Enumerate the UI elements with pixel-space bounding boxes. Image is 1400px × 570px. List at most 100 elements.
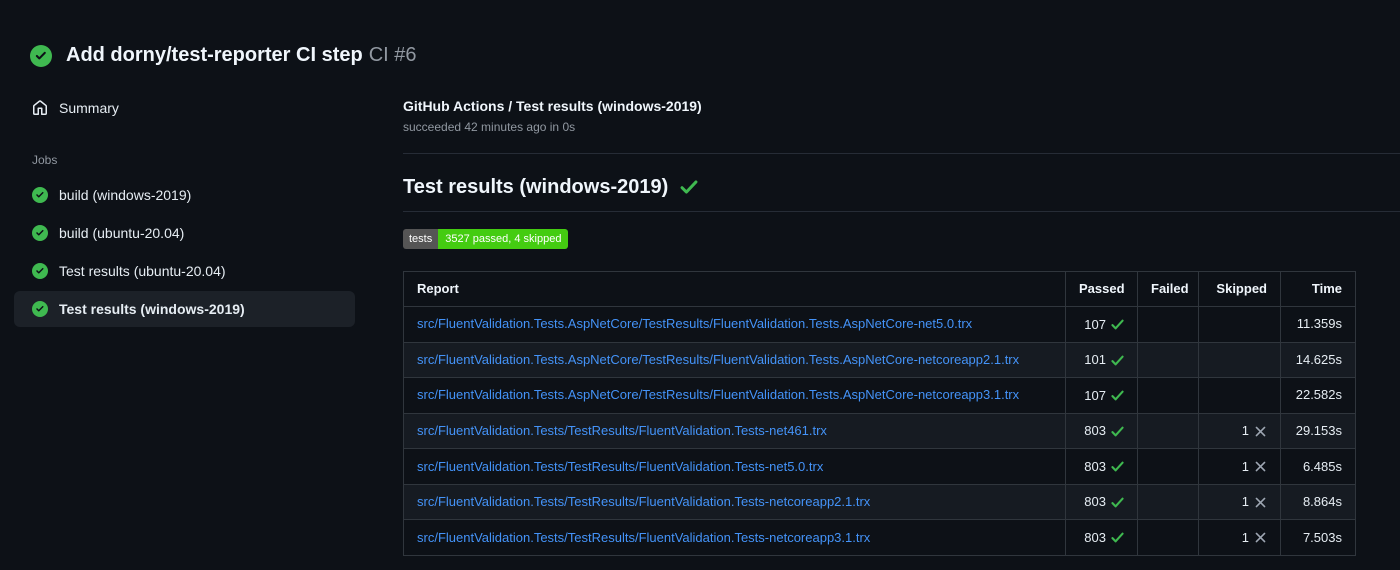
passed-count: 101 bbox=[1084, 352, 1106, 368]
sidebar-item-summary[interactable]: Summary bbox=[14, 90, 355, 126]
table-row: src/FluentValidation.Tests/TestResults/F… bbox=[403, 519, 1356, 556]
run-success-check-circle-icon bbox=[30, 44, 52, 67]
failed-cell bbox=[1137, 306, 1199, 343]
sidebar-item-job-test-results-windows-2019[interactable]: Test results (windows-2019) bbox=[14, 291, 355, 327]
passed-check-icon bbox=[1111, 355, 1124, 365]
skipped-cell: 1 bbox=[1198, 519, 1281, 556]
sidebar-summary-label: Summary bbox=[59, 100, 119, 116]
report-cell: src/FluentValidation.Tests/TestResults/F… bbox=[403, 412, 1066, 450]
skipped-x-icon bbox=[1255, 533, 1266, 543]
check-run-status-line: succeeded 42 minutes ago in 0s bbox=[403, 120, 576, 134]
passed-count: 803 bbox=[1084, 494, 1106, 510]
report-cell: src/FluentValidation.Tests.AspNetCore/Te… bbox=[403, 377, 1066, 414]
passed-cell: 803 bbox=[1065, 483, 1138, 521]
job-label: build (ubuntu-20.04) bbox=[59, 225, 185, 241]
report-link[interactable]: src/FluentValidation.Tests/TestResults/F… bbox=[417, 494, 870, 509]
skipped-count: 1 bbox=[1241, 529, 1249, 545]
job-label: Test results (windows-2019) bbox=[59, 301, 245, 317]
report-cell: src/FluentValidation.Tests.AspNetCore/Te… bbox=[403, 306, 1066, 343]
skipped-x-icon bbox=[1255, 426, 1266, 437]
passed-count: 803 bbox=[1084, 423, 1106, 439]
time-cell: 29.153s bbox=[1280, 412, 1356, 450]
time-cell: 14.625s bbox=[1280, 341, 1356, 379]
passed-count: 107 bbox=[1084, 387, 1106, 403]
passed-check-icon bbox=[1111, 426, 1124, 437]
section-success-check-icon bbox=[680, 180, 698, 194]
time-cell: 11.359s bbox=[1280, 306, 1356, 343]
report-link[interactable]: src/FluentValidation.Tests/TestResults/F… bbox=[417, 459, 823, 474]
passed-check-icon bbox=[1111, 319, 1124, 330]
time-value: 11.359s bbox=[1296, 316, 1342, 332]
skipped-x-icon bbox=[1255, 497, 1266, 508]
table-row: src/FluentValidation.Tests.AspNetCore/Te… bbox=[403, 341, 1356, 379]
tests-status-badge: tests 3527 passed, 4 skipped bbox=[403, 229, 569, 249]
sidebar-item-job-build-windows-2019[interactable]: build (windows-2019) bbox=[14, 177, 355, 213]
passed-check-icon bbox=[1111, 497, 1124, 508]
job-label: Test results (ubuntu-20.04) bbox=[59, 263, 226, 279]
failed-cell bbox=[1137, 483, 1199, 521]
report-link[interactable]: src/FluentValidation.Tests.AspNetCore/Te… bbox=[417, 352, 1019, 367]
passed-check-icon bbox=[1111, 533, 1124, 543]
skipped-cell: 1 bbox=[1198, 448, 1281, 485]
run-title: Add dorny/test-reporter CI step bbox=[66, 44, 363, 66]
skipped-count: 1 bbox=[1241, 458, 1249, 474]
table-header-row: Report Passed Failed Skipped Time bbox=[403, 271, 1356, 307]
passed-cell: 803 bbox=[1065, 519, 1138, 556]
section-title: Test results (windows-2019) bbox=[403, 176, 669, 198]
time-value: 29.153s bbox=[1295, 422, 1342, 438]
check-run-title: GitHub Actions / Test results (windows-2… bbox=[403, 98, 702, 114]
job-success-check-circle-icon bbox=[32, 187, 48, 203]
job-success-check-circle-icon bbox=[32, 225, 48, 241]
jobs-section-label: Jobs bbox=[32, 153, 58, 167]
passed-cell: 107 bbox=[1065, 306, 1138, 343]
table-row: src/FluentValidation.Tests.AspNetCore/Te… bbox=[403, 377, 1356, 414]
column-header-failed: Failed bbox=[1137, 271, 1199, 307]
time-cell: 6.485s bbox=[1280, 448, 1356, 485]
report-cell: src/FluentValidation.Tests/TestResults/F… bbox=[403, 483, 1066, 521]
skipped-x-icon bbox=[1255, 461, 1266, 472]
sidebar-item-job-build-ubuntu-2004[interactable]: build (ubuntu-20.04) bbox=[14, 215, 355, 251]
failed-cell bbox=[1137, 519, 1199, 556]
failed-cell bbox=[1137, 377, 1199, 414]
run-header: Add dorny/test-reporter CI step CI #6 bbox=[0, 0, 1400, 82]
column-header-report: Report bbox=[403, 271, 1066, 307]
passed-cell: 803 bbox=[1065, 448, 1138, 485]
badge-value: 3527 passed, 4 skipped bbox=[438, 229, 569, 249]
job-success-check-circle-icon bbox=[32, 301, 48, 317]
passed-cell: 107 bbox=[1065, 377, 1138, 414]
passed-count: 107 bbox=[1084, 316, 1106, 332]
time-value: 14.625s bbox=[1295, 351, 1342, 367]
time-value: 6.485s bbox=[1302, 458, 1342, 474]
passed-count: 803 bbox=[1084, 458, 1106, 474]
skipped-cell: 1 bbox=[1198, 412, 1281, 450]
table-row: src/FluentValidation.Tests/TestResults/F… bbox=[403, 412, 1356, 450]
test-results-table: Report Passed Failed Skipped Time src/Fl… bbox=[403, 271, 1356, 556]
report-link[interactable]: src/FluentValidation.Tests/TestResults/F… bbox=[417, 530, 870, 545]
skipped-cell bbox=[1198, 306, 1281, 343]
jobs-list: build (windows-2019) build (ubuntu-20.04… bbox=[14, 177, 355, 327]
check-run-header: GitHub Actions / Test results (windows-2… bbox=[403, 98, 1400, 154]
report-cell: src/FluentValidation.Tests/TestResults/F… bbox=[403, 519, 1066, 556]
skipped-cell bbox=[1198, 341, 1281, 379]
sidebar-item-job-test-results-ubuntu-2004[interactable]: Test results (ubuntu-20.04) bbox=[14, 253, 355, 289]
column-header-passed: Passed bbox=[1065, 271, 1138, 307]
report-link[interactable]: src/FluentValidation.Tests.AspNetCore/Te… bbox=[417, 316, 972, 331]
time-cell: 8.864s bbox=[1280, 483, 1356, 521]
passed-check-icon bbox=[1111, 390, 1124, 401]
report-cell: src/FluentValidation.Tests.AspNetCore/Te… bbox=[403, 341, 1066, 379]
passed-cell: 803 bbox=[1065, 412, 1138, 450]
section-heading: Test results (windows-2019) bbox=[403, 175, 1400, 212]
badge-label: tests bbox=[403, 229, 439, 249]
main-content: GitHub Actions / Test results (windows-2… bbox=[403, 82, 1400, 556]
table-row: src/FluentValidation.Tests/TestResults/F… bbox=[403, 483, 1356, 521]
run-title-line: Add dorny/test-reporter CI step CI #6 bbox=[66, 44, 417, 67]
report-link[interactable]: src/FluentValidation.Tests/TestResults/F… bbox=[417, 423, 827, 438]
passed-cell: 101 bbox=[1065, 341, 1138, 379]
skipped-count: 1 bbox=[1241, 494, 1249, 510]
skipped-cell: 1 bbox=[1198, 483, 1281, 521]
skipped-cell bbox=[1198, 377, 1281, 414]
sidebar: Summary Jobs build (windows-2019) build … bbox=[14, 82, 355, 327]
passed-check-icon bbox=[1111, 461, 1124, 472]
time-cell: 22.582s bbox=[1280, 377, 1356, 414]
report-link[interactable]: src/FluentValidation.Tests.AspNetCore/Te… bbox=[417, 387, 1019, 402]
